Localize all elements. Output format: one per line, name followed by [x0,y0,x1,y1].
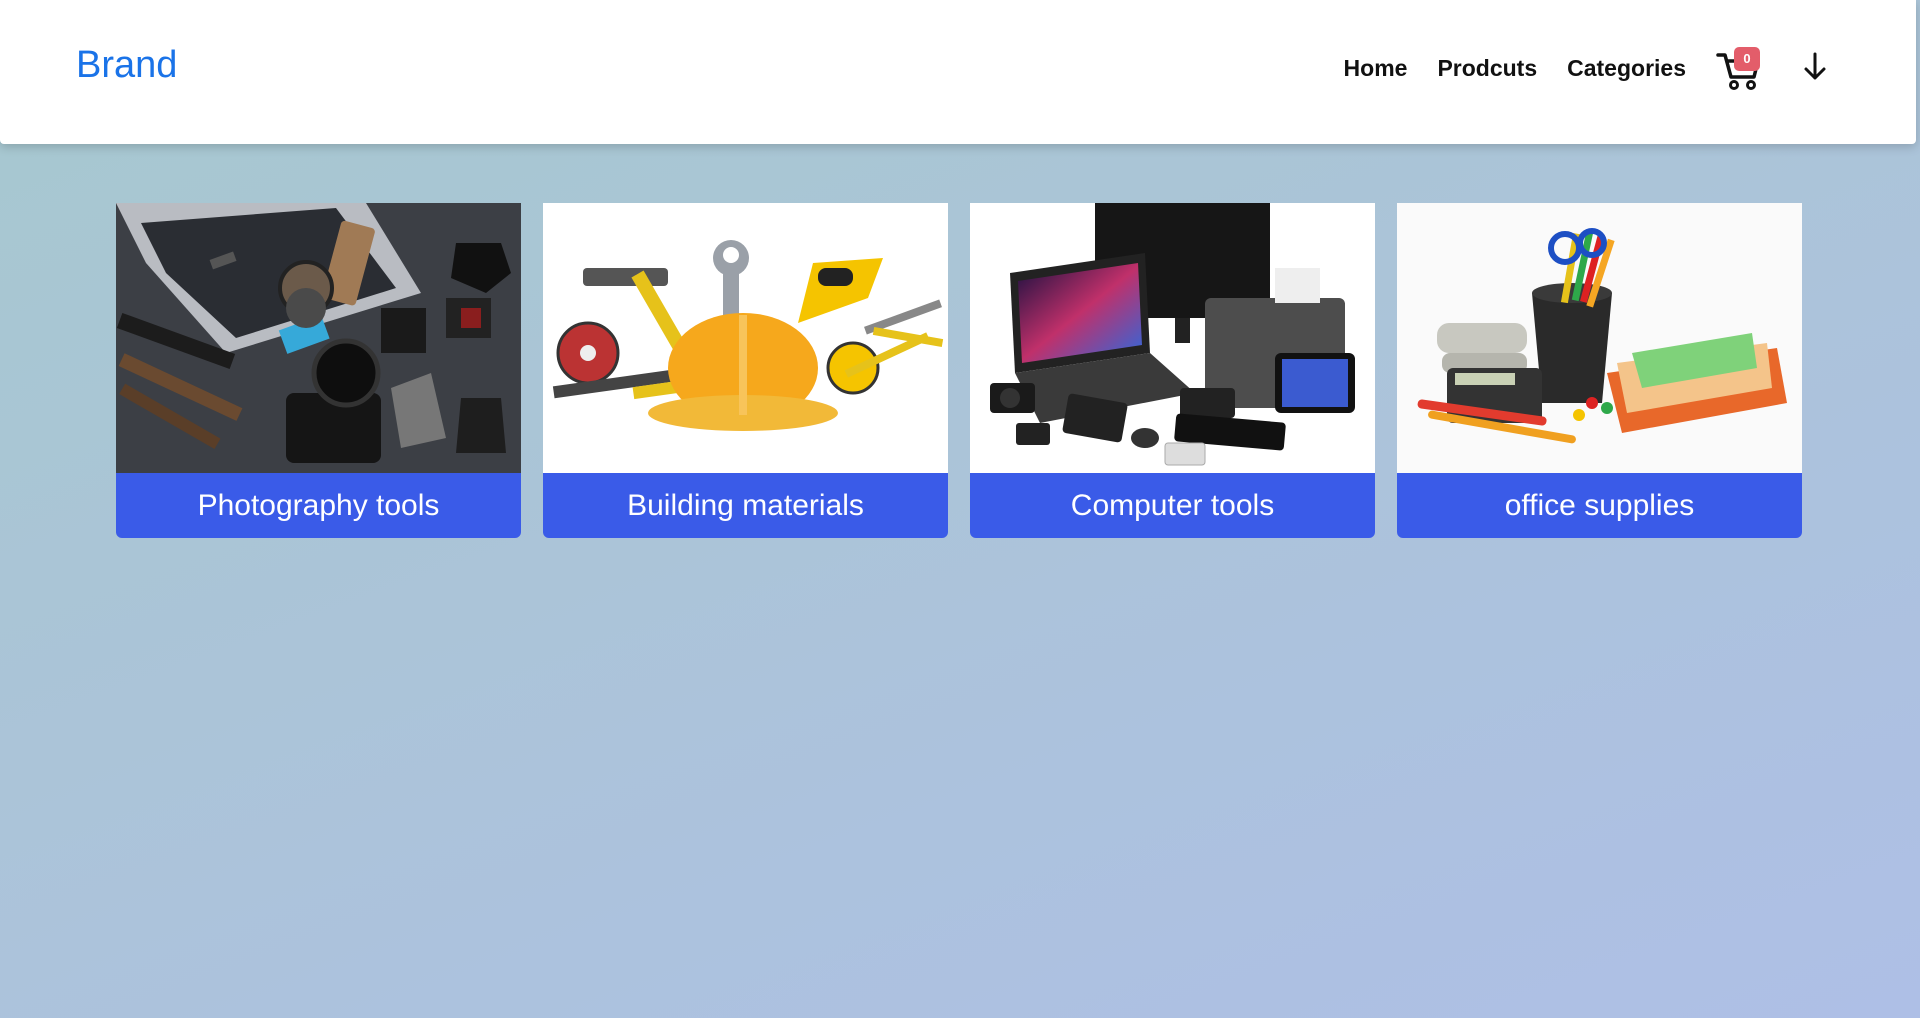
category-cards: Photography tools Building materials Com… [116,203,1802,538]
category-title: office supplies [1504,489,1695,522]
category-card-office[interactable]: office supplies [1397,203,1802,538]
navbar: Brand Home Prodcuts Categories 0 [0,0,1916,144]
photography-tools-image [116,203,521,473]
category-card-computer[interactable]: Computer tools [970,203,1375,538]
nav-link-categories[interactable]: Categories [1567,55,1686,82]
cart-count-badge: 0 [1734,47,1760,71]
nav-link-products[interactable]: Prodcuts [1437,55,1537,82]
arrow-down-icon [1804,52,1826,80]
category-card-building[interactable]: Building materials [543,203,948,538]
category-card-photography[interactable]: Photography tools [116,203,521,538]
category-title: Computer tools [1070,489,1275,522]
office-supplies-image [1397,203,1802,473]
category-title: Building materials [627,489,864,522]
cart-button[interactable]: 0 [1716,45,1762,91]
brand-link[interactable]: Brand [76,44,177,87]
computer-tools-image [970,203,1375,473]
building-materials-image [543,203,948,473]
nav-links: Home Prodcuts Categories 0 [1314,44,1830,92]
dropdown-toggle[interactable] [1800,50,1830,86]
category-title: Photography tools [197,489,440,522]
nav-link-home[interactable]: Home [1344,55,1408,82]
